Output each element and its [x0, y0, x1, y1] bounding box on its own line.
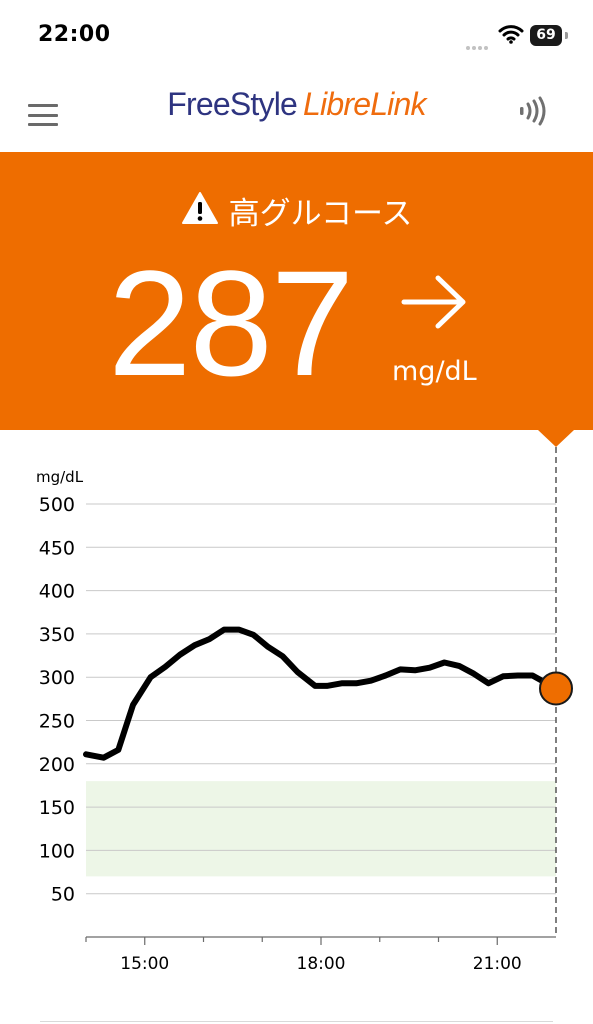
- y-tick-label: 300: [39, 667, 75, 689]
- current-reading-point: [539, 671, 573, 706]
- y-tick-label: 350: [39, 624, 75, 646]
- y-tick-label: 100: [39, 840, 75, 862]
- alert-text: 高グルコース: [228, 196, 413, 232]
- glucose-reading-banner: 高グルコース 287 mg/dL: [0, 152, 593, 430]
- wifi-icon: [498, 24, 524, 48]
- brand-librelink: LibreLink: [303, 86, 426, 122]
- brand-freestyle: FreeStyle: [167, 86, 298, 122]
- y-tick-label: 450: [39, 537, 75, 559]
- y-tick-label: 500: [39, 494, 75, 516]
- glucose-value: 287: [108, 239, 354, 407]
- cellular-dots-icon: [466, 35, 490, 54]
- target-range-band: [86, 781, 556, 877]
- glucose-trace-line: [83, 626, 559, 761]
- steady-arrow-icon: [400, 272, 468, 336]
- glucose-chart[interactable]: mg/dL 50 100 150 200 250 300 350 400 450 500 15:00…: [0, 447, 593, 987]
- glucose-chart-svg: 50 100 150 200 250 300 350 400 450 500 15:00 18:00 2…: [39, 447, 573, 974]
- x-tick-label: 21:00: [473, 954, 522, 974]
- status-bar: 22:00 69: [0, 0, 593, 72]
- high-glucose-alert: 高グルコース: [0, 191, 593, 237]
- warning-icon: [181, 191, 219, 234]
- y-tick-label: 50: [51, 884, 75, 906]
- battery-level: 69: [530, 25, 562, 46]
- nfc-scan-icon[interactable]: [518, 96, 554, 130]
- x-tick-label: 15:00: [120, 954, 169, 974]
- y-tick-label: 250: [39, 711, 75, 733]
- y-tick-label: 400: [39, 581, 75, 603]
- bottom-divider: [40, 1021, 553, 1022]
- banner-pointer: [538, 430, 574, 447]
- glucose-unit: mg/dL: [392, 356, 477, 387]
- x-tick-label: 18:00: [297, 954, 346, 974]
- y-tick-label: 150: [39, 797, 75, 819]
- y-tick-label: 200: [39, 754, 75, 776]
- app-logo: FreeStyle LibreLink: [0, 86, 593, 123]
- app-header: FreeStyle LibreLink: [0, 72, 593, 152]
- status-time: 22:00: [38, 22, 111, 47]
- battery-icon: 69: [530, 25, 568, 46]
